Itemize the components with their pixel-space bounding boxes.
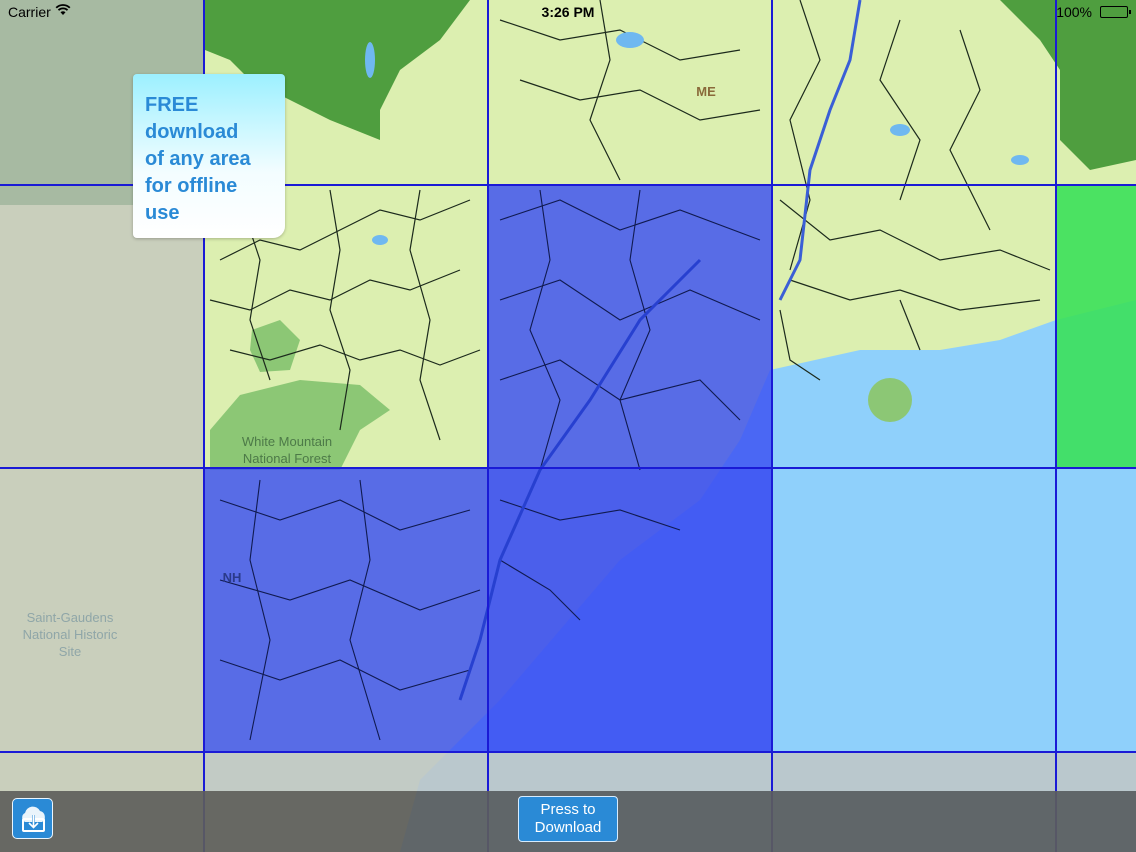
status-bar: Carrier 3:26 PM 100% [0,0,1136,24]
ocean-tile [772,468,1056,752]
battery-percentage: 100% [1056,4,1092,20]
selected-tile-green[interactable] [1056,185,1136,468]
clock-time: 3:26 PM [541,4,595,20]
promo-line: download [145,121,239,143]
forest-label-line2: National Forest [243,451,332,466]
promo-line: of any area [145,148,251,170]
promo-line: for offline [145,175,238,197]
battery-icon [1100,6,1131,18]
historic-label-line3: Site [59,644,81,659]
state-label-me: ME [696,84,716,99]
inactive-region-bottom [204,752,1136,791]
promo-line: FREE [145,94,199,116]
forest-label-line1: White Mountain [242,434,332,449]
promo-line: use [145,202,180,224]
promo-text: FREE download of any area for offline us… [145,92,281,227]
download-icon [22,806,45,832]
selected-tile[interactable] [204,468,488,752]
download-icon-button[interactable] [12,798,53,839]
promo-callout: FREE download of any area for offline us… [133,74,285,238]
historic-label-line2: National Historic [23,627,118,642]
historic-label-line1: Saint-Gaudens [27,610,114,625]
island [868,378,912,422]
ocean-tile [1056,468,1136,752]
press-to-download-line1: Press to [540,801,596,818]
press-to-download-button[interactable]: Press to Download [518,796,618,842]
state-label-nh: NH [223,570,242,585]
press-to-download-line2: Download [534,819,602,836]
